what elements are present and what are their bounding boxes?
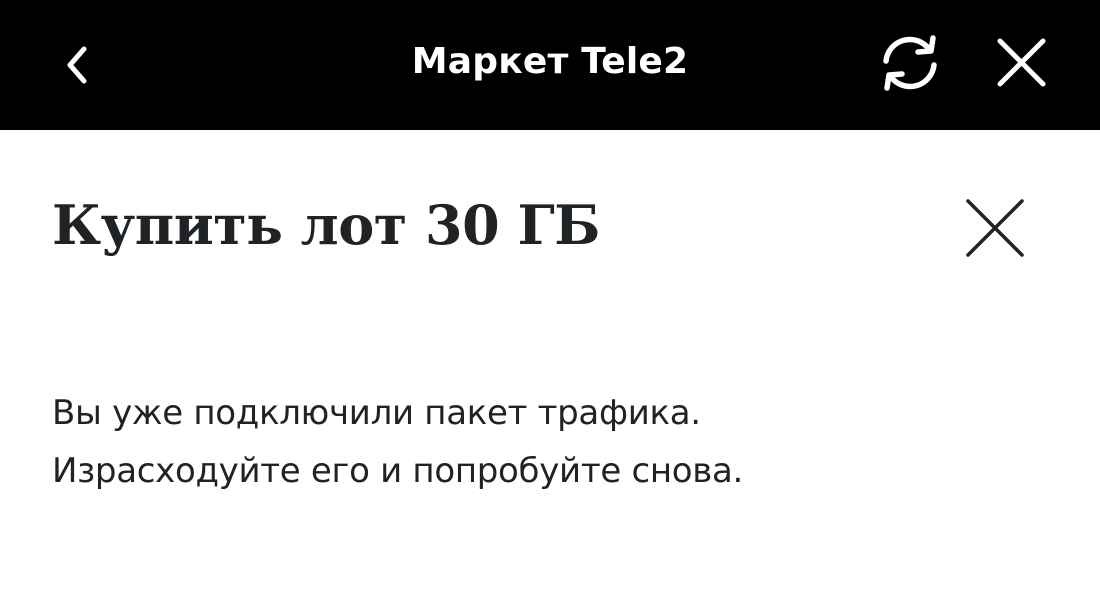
app-window: Маркет Tele2 Купить лот 30 ГБ Вы уже под… xyxy=(0,0,1100,600)
close-icon xyxy=(966,199,1024,257)
dialog-title: Купить лот 30 ГБ xyxy=(52,193,600,257)
dialog-message: Вы уже подключили пакет трафика. Израсхо… xyxy=(52,384,1052,500)
top-bar: Маркет Tele2 xyxy=(0,0,1100,130)
message-line: Израсходуйте его и попробуйте снова. xyxy=(52,451,744,491)
close-window-button[interactable] xyxy=(988,30,1054,96)
close-icon xyxy=(997,38,1046,87)
dialog-panel: Купить лот 30 ГБ Вы уже подключили пакет… xyxy=(0,130,1100,600)
refresh-button[interactable] xyxy=(872,30,948,96)
dialog-close-button[interactable] xyxy=(962,196,1028,262)
refresh-icon xyxy=(883,35,937,91)
message-line: Вы уже подключили пакет трафика. xyxy=(52,393,701,433)
